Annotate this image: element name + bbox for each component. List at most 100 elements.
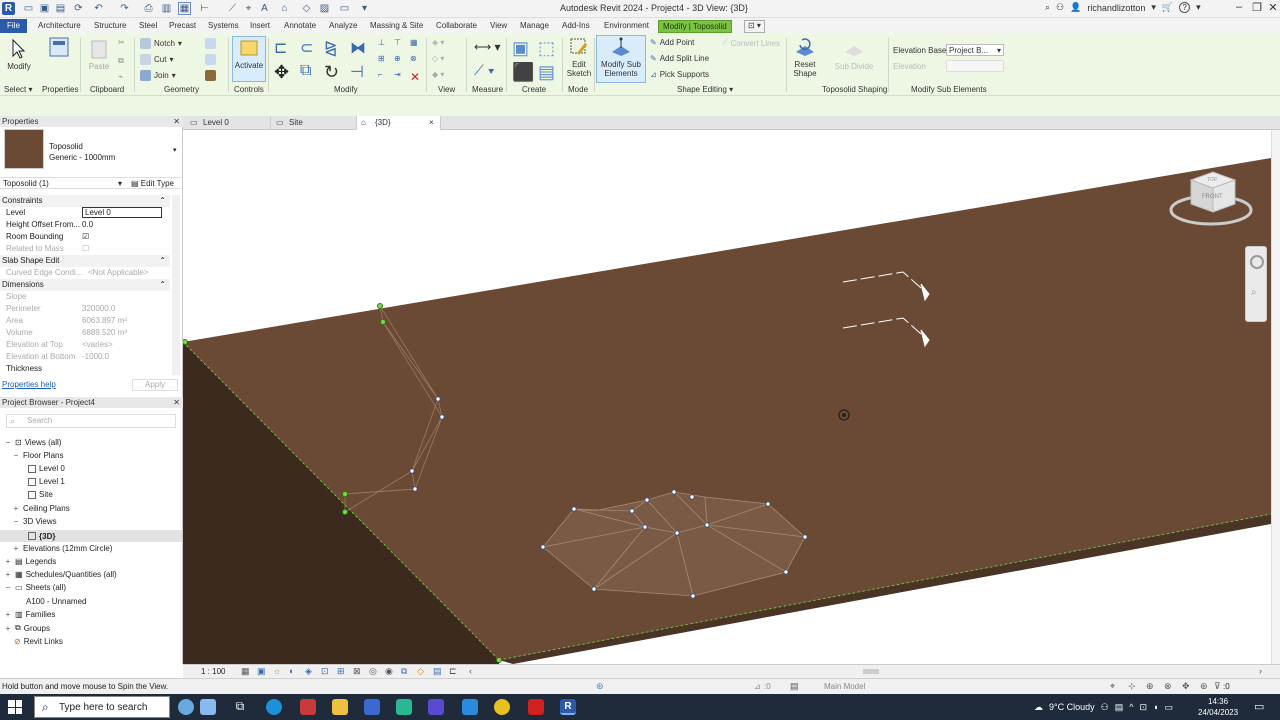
select-underlay-icon[interactable]: ⊹	[1128, 681, 1136, 692]
tab-massing-site[interactable]: Massing & Site	[366, 20, 427, 33]
tag-icon[interactable]: ⌖	[242, 2, 255, 15]
join-button[interactable]: Join ▾	[140, 70, 176, 81]
modify-button[interactable]: Modify	[5, 38, 33, 71]
close-icon[interactable]: ✕	[173, 116, 180, 127]
undo-icon[interactable]: ↶	[92, 2, 105, 15]
rotate-icon[interactable]: ↻	[324, 62, 339, 83]
extend-icon[interactable]: ⇥	[394, 70, 401, 79]
network-icon[interactable]: ⊡	[1139, 702, 1147, 713]
properties-help-link[interactable]: Properties help	[2, 380, 56, 389]
crop-icon[interactable]: ⊡	[321, 666, 329, 677]
tab-insert[interactable]: Insert	[246, 20, 274, 33]
sun-path-icon[interactable]: ☼	[273, 666, 281, 676]
zoom-icon[interactable]: ⌕	[1251, 287, 1257, 298]
viewcube-front-label[interactable]: FRONT	[1202, 194, 1223, 200]
tab-options-icon[interactable]: ⊡ ▾	[744, 20, 765, 33]
tab-annotate[interactable]: Annotate	[280, 20, 320, 33]
trim-extend-icon[interactable]: ⌐	[378, 70, 383, 79]
scroll-left-icon[interactable]: ‹	[469, 666, 472, 676]
tree-families[interactable]: + ▥ Families	[4, 610, 56, 619]
cut-button[interactable]: Cut ▾	[140, 54, 173, 65]
tab-manage[interactable]: Manage	[516, 20, 553, 33]
view-tool-3-icon[interactable]: ◆ ▾	[432, 70, 444, 79]
tab-view[interactable]: View	[486, 20, 511, 33]
tab-architecture[interactable]: Architecture	[34, 20, 85, 33]
battery-icon[interactable]: ▭	[1164, 702, 1173, 713]
type-selector-caret-icon[interactable]: ▾	[173, 146, 177, 154]
user-caret-icon[interactable]: ▾	[1151, 2, 1156, 13]
shadows-icon[interactable]: ◐	[289, 666, 294, 676]
tree-elevations[interactable]: + Elevations (12mm Circle)	[12, 544, 113, 553]
filter-icon[interactable]: ⊽	[1214, 681, 1221, 692]
scroll-right-icon[interactable]: ›	[1259, 666, 1262, 676]
background-process-icon[interactable]: ⊛	[1200, 681, 1208, 692]
chrome-icon[interactable]	[494, 699, 510, 715]
elevation-input[interactable]	[946, 60, 1004, 72]
show-crop-icon[interactable]: ⊞	[337, 666, 345, 677]
workset-icon[interactable]: ⊛	[596, 681, 604, 692]
view-scale[interactable]: 1 : 100	[201, 667, 225, 676]
horizontal-scroll-thumb[interactable]	[863, 669, 879, 674]
dimension-icon[interactable]: ⟋	[226, 2, 239, 15]
tab-modify-toposolid[interactable]: Modify | Toposolid	[658, 20, 732, 33]
select-links-icon[interactable]: ⌖	[1110, 681, 1115, 692]
properties-scrollbar[interactable]	[172, 195, 180, 375]
chat-icon[interactable]	[200, 699, 216, 715]
people-icon[interactable]: ⚇	[1101, 702, 1109, 713]
cut-tool-icon[interactable]: ✂	[118, 38, 125, 47]
doc-tab-3d[interactable]: ⌂ {3D} ×	[357, 116, 441, 130]
tree-3d-views[interactable]: −3D Views	[12, 517, 57, 526]
store-icon[interactable]	[364, 699, 380, 715]
shape-editing-panel-label[interactable]: Shape Editing ▾	[677, 85, 733, 94]
analytical-icon[interactable]: ◇	[417, 666, 424, 677]
app-purple-icon[interactable]	[428, 699, 444, 715]
measure-distance-icon[interactable]: ⟷ ▾	[474, 40, 501, 54]
user-name[interactable]: richandlizotton	[1087, 3, 1145, 13]
scale-icon[interactable]: ⊞	[378, 54, 385, 63]
detail-level-icon[interactable]: ▦	[241, 666, 250, 677]
tab-systems[interactable]: Systems	[204, 20, 243, 33]
editable-icon[interactable]: ⊿	[754, 682, 761, 691]
activate-button[interactable]: Activate	[232, 36, 266, 82]
select-face-icon[interactable]: ⊗	[1164, 681, 1172, 692]
visual-style-icon[interactable]: ▣	[257, 666, 266, 677]
text-icon[interactable]: A	[258, 2, 271, 15]
presentation-app-icon[interactable]	[300, 699, 316, 715]
windows-start-icon[interactable]	[8, 700, 22, 714]
help-caret-icon[interactable]: ▾	[1196, 2, 1201, 13]
weather-text[interactable]: 9°C Cloudy	[1049, 702, 1095, 712]
folder-icon[interactable]: ▣	[38, 2, 51, 15]
search-icon[interactable]: ⌕	[1045, 2, 1050, 13]
create-similar-icon[interactable]: ▤	[538, 62, 555, 83]
tab-steel[interactable]: Steel	[135, 20, 161, 33]
move-icon[interactable]: ✥	[274, 62, 289, 83]
close-icon[interactable]: ✕	[1262, 1, 1280, 16]
close-tab-icon[interactable]: ×	[429, 118, 434, 127]
print-icon[interactable]: ⎙	[142, 2, 155, 15]
properties-button[interactable]	[44, 36, 74, 60]
constraints-icon[interactable]: ⊏	[449, 666, 457, 677]
model-selector[interactable]: Main Model	[824, 682, 865, 691]
viewcube-top-label[interactable]: TOP	[1207, 177, 1218, 183]
tab-precast[interactable]: Precast	[165, 20, 200, 33]
pin-icon[interactable]: ⊕	[394, 54, 401, 63]
tree-level-0[interactable]: Level 0	[28, 464, 65, 473]
open-icon[interactable]: ▭	[22, 2, 35, 15]
cart-icon[interactable]: 🛒	[1162, 2, 1173, 13]
view-tool-2-icon[interactable]: ◇ ▾	[432, 54, 444, 63]
speaker-icon[interactable]: ◖	[1153, 702, 1158, 712]
geometry-tool-3-icon[interactable]	[205, 70, 216, 81]
task-view-icon[interactable]: ⧉	[232, 699, 248, 715]
delete-icon[interactable]: ✕	[410, 70, 420, 84]
select-panel-label[interactable]: Select ▾	[4, 85, 32, 94]
tab-analyze[interactable]: Analyze	[325, 20, 361, 33]
edit-sketch-button[interactable]: Edit Sketch	[564, 36, 594, 78]
reset-shape-button[interactable]: Reset Shape	[790, 36, 820, 78]
notch-button[interactable]: Notch ▾	[140, 38, 182, 49]
geometry-tool-2-icon[interactable]	[205, 54, 216, 65]
constraints-section[interactable]: Constraints ⌃	[0, 195, 170, 207]
tree-sheets[interactable]: − ▭ Sheets (all)	[4, 583, 66, 592]
mirror-axis-icon[interactable]: ⧎	[324, 38, 337, 58]
add-split-line-button[interactable]: ✎ Add Split Line	[650, 54, 709, 63]
tab-structure[interactable]: Structure	[90, 20, 130, 33]
